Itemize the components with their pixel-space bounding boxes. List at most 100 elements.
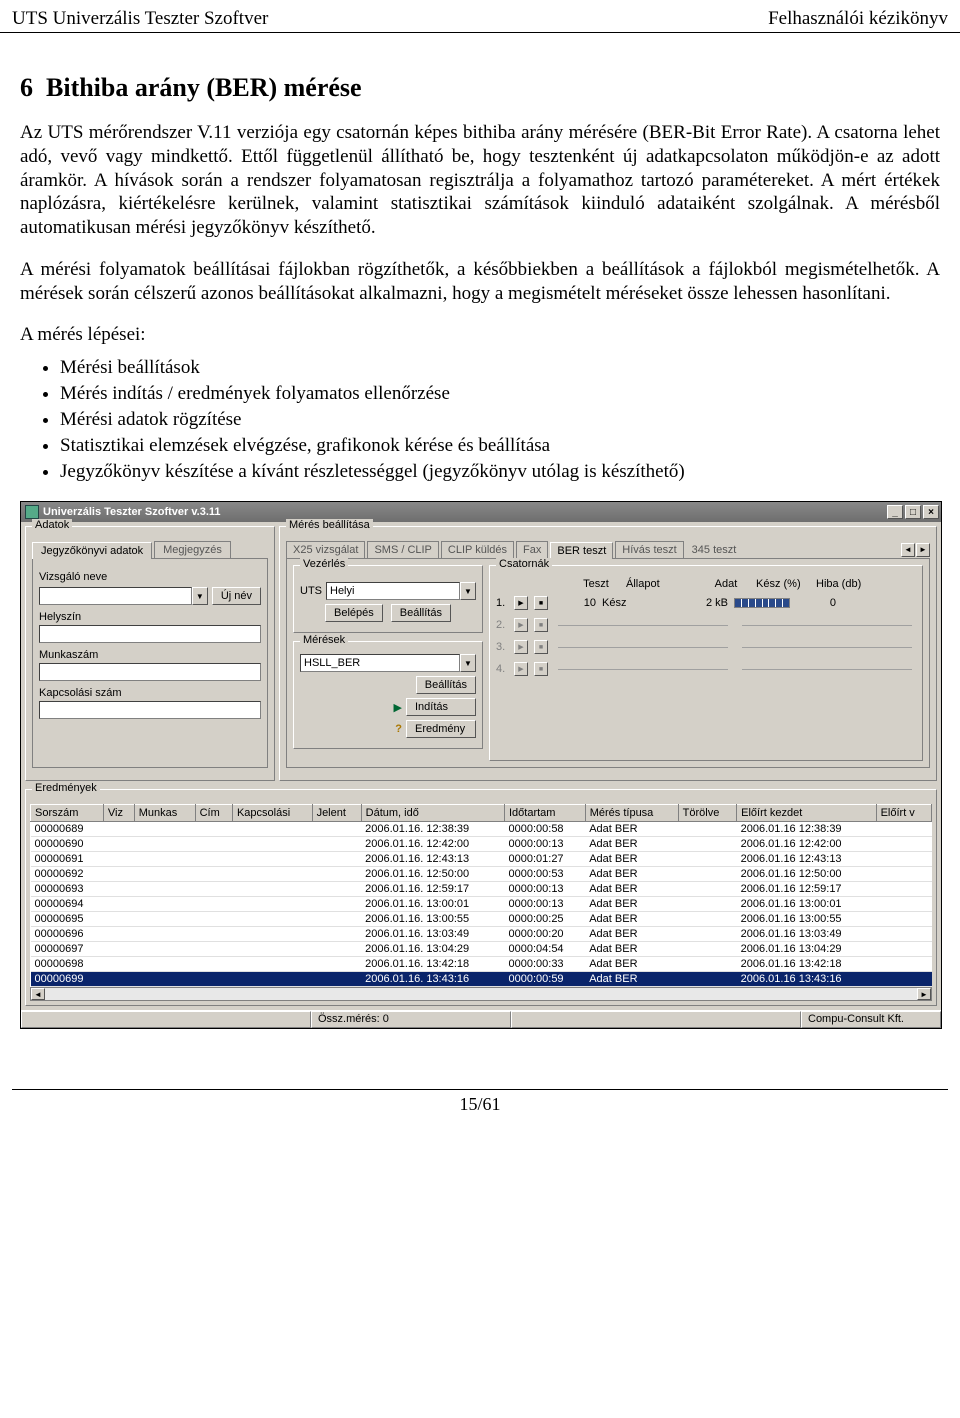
stop-icon: ■ (534, 640, 548, 654)
table-row[interactable]: 000006952006.01.16. 13:00:550000:00:25Ad… (31, 912, 932, 927)
tab-clip-kuldes[interactable]: CLIP küldés (441, 541, 514, 558)
play-icon: ▶ (514, 640, 528, 654)
csatornak-groupbox: Teszt Állapot Adat Kész (%) Hiba (db) 1.… (489, 565, 923, 761)
col-header[interactable]: Dátum, idő (361, 805, 504, 822)
play-icon[interactable]: ▶ (514, 596, 528, 610)
col-header[interactable]: Viz (103, 805, 134, 822)
vezerles-groupbox: UTS ▼ Belépés Beállítás (293, 565, 483, 633)
channel-row: 4. ▶ ■ (496, 660, 916, 678)
col-kesz: Kész (%) (756, 578, 816, 590)
list-item: Mérési adatok rögzítése (60, 409, 940, 431)
list-item: Mérés indítás / eredmények folyamatos el… (60, 383, 940, 405)
table-row[interactable]: 000006982006.01.16. 13:42:180000:00:33Ad… (31, 957, 932, 972)
col-hiba: Hiba (db) (816, 578, 876, 590)
chevron-down-icon[interactable]: ▼ (460, 582, 476, 600)
stop-icon[interactable]: ■ (534, 596, 548, 610)
col-header[interactable]: Kapcsolási (232, 805, 312, 822)
col-header[interactable]: Időtartam (505, 805, 586, 822)
tab-sms-clip[interactable]: SMS / CLIP (367, 541, 438, 558)
para-3: A mérés lépései: (20, 323, 940, 347)
titlebar: Univerzális Teszter Szoftver v.3.11 _ □ … (21, 502, 941, 522)
tab-x25[interactable]: X25 vizsgálat (286, 541, 365, 558)
col-header[interactable]: Mérés típusa (585, 805, 678, 822)
close-button[interactable]: × (923, 505, 939, 519)
tab-ber-teszt[interactable]: BER teszt (550, 542, 613, 559)
label-vizsgalo: Vizsgáló neve (39, 571, 261, 583)
belepes-button[interactable]: Belépés (325, 604, 383, 622)
stop-icon: ■ (534, 618, 548, 632)
table-row[interactable]: 000006932006.01.16. 12:59:170000:00:13Ad… (31, 882, 932, 897)
app-icon (25, 505, 39, 519)
col-allapot: Állapot (626, 578, 696, 590)
status-ossz: Össz.mérés: 0 (311, 1011, 511, 1028)
play-icon: ▶ (514, 618, 528, 632)
meres-groupbox: X25 vizsgálat SMS / CLIP CLIP küldés Fax… (279, 526, 937, 781)
tab-scroll-right[interactable]: ► (916, 543, 930, 557)
table-row[interactable]: 000006992006.01.16. 13:43:160000:00:59Ad… (31, 972, 932, 987)
meresek-combo[interactable] (300, 654, 460, 672)
header-left: UTS Univerzális Teszter Szoftver (12, 8, 268, 30)
minimize-button[interactable]: _ (887, 505, 903, 519)
scroll-right-icon[interactable]: ► (917, 988, 931, 1000)
list-item: Statisztikai elemzések elvégzése, grafik… (60, 435, 940, 457)
meres-beallitas-button[interactable]: Beállítás (416, 676, 476, 694)
status-vendor: Compu-Consult Kft. (801, 1011, 941, 1028)
statusbar: Össz.mérés: 0 Compu-Consult Kft. (21, 1010, 941, 1028)
col-header[interactable]: Előírt kezdet (737, 805, 876, 822)
app-window: Univerzális Teszter Szoftver v.3.11 _ □ … (20, 501, 942, 1029)
progress-bar (734, 598, 790, 608)
results-table[interactable]: SorszámVizMunkasCímKapcsolásiJelentDátum… (30, 804, 932, 987)
page-header: UTS Univerzális Teszter Szoftver Felhasz… (0, 0, 960, 33)
tab-fax[interactable]: Fax (516, 541, 548, 558)
col-header[interactable]: Cím (195, 805, 232, 822)
scroll-left-icon[interactable]: ◄ (31, 988, 45, 1000)
chevron-down-icon[interactable]: ▼ (460, 654, 476, 672)
para-2: A mérési folyamatok beállításai fájlokba… (20, 258, 940, 306)
eredmenyek-groupbox: SorszámVizMunkasCímKapcsolásiJelentDátum… (25, 789, 937, 1006)
stop-icon: ■ (534, 662, 548, 676)
table-row[interactable]: 000006892006.01.16. 12:38:390000:00:58Ad… (31, 822, 932, 837)
question-icon: ? (395, 723, 402, 735)
inditas-button[interactable]: Indítás (406, 698, 476, 716)
meresek-groupbox: ▼ Beállítás ▶ Indítás ? Eredmény (293, 641, 483, 749)
channel-row: 1. ▶ ■10 Kész 2 kB 0 (496, 594, 916, 612)
play-icon: ▶ (394, 701, 402, 714)
table-row[interactable]: 000006922006.01.16. 12:50:000000:00:53Ad… (31, 867, 932, 882)
uts-combo[interactable] (326, 582, 460, 600)
col-header[interactable]: Jelent (312, 805, 361, 822)
tab-scroll-left[interactable]: ◄ (901, 543, 915, 557)
kapcsolasi-input[interactable] (39, 701, 261, 719)
adatok-groupbox: Jegyzőkönyvi adatok Megjegyzés Vizsgáló … (25, 526, 275, 781)
label-kapcsolasi: Kapcsolási szám (39, 687, 261, 699)
list-item: Mérési beállítások (60, 357, 940, 379)
munkaszam-input[interactable] (39, 663, 261, 681)
eredmeny-button[interactable]: Eredmény (406, 720, 476, 738)
col-header[interactable]: Sorszám (31, 805, 104, 822)
vizsgalo-input[interactable] (39, 587, 192, 605)
table-row[interactable]: 000006962006.01.16. 13:03:490000:00:20Ad… (31, 927, 932, 942)
col-header[interactable]: Törölve (678, 805, 736, 822)
page-footer: 15/61 (12, 1089, 948, 1131)
list-item: Jegyzőkönyv készítése a kívánt részletes… (60, 461, 940, 483)
table-row[interactable]: 000006972006.01.16. 13:04:290000:04:54Ad… (31, 942, 932, 957)
table-row[interactable]: 000006942006.01.16. 13:00:010000:00:13Ad… (31, 897, 932, 912)
tab-megjegyzes[interactable]: Megjegyzés (154, 541, 231, 558)
col-teszt: Teszt (566, 578, 626, 590)
chevron-down-icon[interactable]: ▼ (192, 587, 208, 605)
ujnev-button[interactable]: Új név (212, 587, 261, 605)
maximize-button[interactable]: □ (905, 505, 921, 519)
tab-345-teszt[interactable]: 345 teszt (686, 542, 743, 558)
horizontal-scrollbar[interactable]: ◄ ► (30, 987, 932, 1001)
header-right: Felhasználói kézikönyv (768, 8, 948, 30)
tab-jegyzokonyvi[interactable]: Jegyzőkönyvi adatok (32, 542, 152, 559)
table-row[interactable]: 000006902006.01.16. 12:42:000000:00:13Ad… (31, 837, 932, 852)
tab-hivas-teszt[interactable]: Hívás teszt (615, 541, 683, 558)
helyszin-input[interactable] (39, 625, 261, 643)
beallitas-button[interactable]: Beállítás (391, 604, 451, 622)
channel-row: 3. ▶ ■ (496, 638, 916, 656)
table-row[interactable]: 000006912006.01.16. 12:43:130000:01:27Ad… (31, 852, 932, 867)
label-helyszin: Helyszín (39, 611, 261, 623)
col-header[interactable]: Előírt v (876, 805, 931, 822)
col-header[interactable]: Munkas (134, 805, 195, 822)
label-munkaszam: Munkaszám (39, 649, 261, 661)
